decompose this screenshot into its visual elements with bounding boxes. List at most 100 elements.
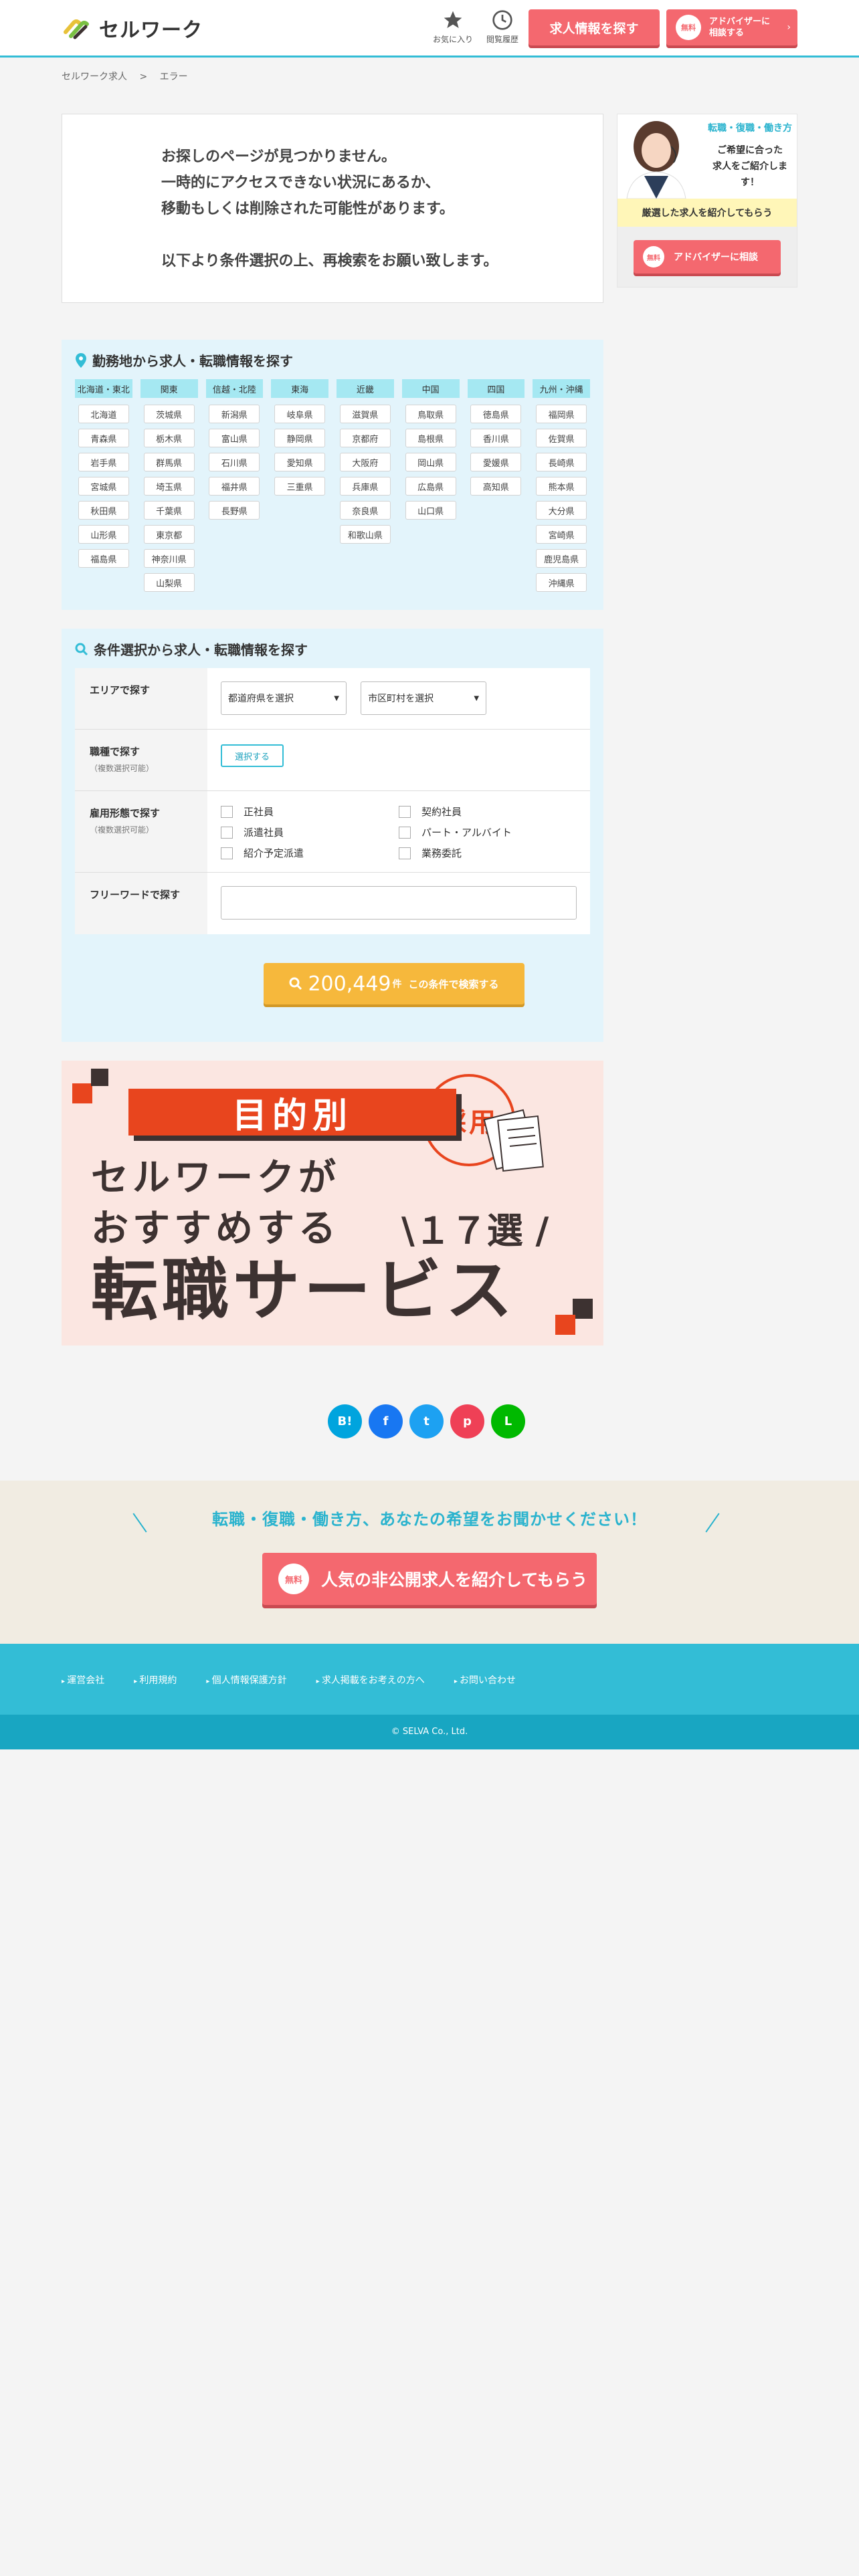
checkbox-box[interactable] xyxy=(399,805,411,818)
prefecture-button[interactable]: 岐阜県 xyxy=(274,405,326,423)
prefecture-button[interactable]: 栃木県 xyxy=(143,429,195,447)
prefecture-button[interactable]: 埼玉県 xyxy=(143,477,195,496)
hidden-jobs-button[interactable]: 無料 人気の非公開求人を紹介してもらう xyxy=(262,1553,597,1605)
region-heading: 近畿 xyxy=(337,379,394,398)
prefecture-button[interactable]: 兵庫県 xyxy=(339,477,391,496)
prefecture-button[interactable]: 京都府 xyxy=(339,429,391,447)
employment-checkbox[interactable]: 紹介予定派遣 xyxy=(221,846,399,860)
region-columns: 北海道・東北 北海道 青森県 岩手県 宮城県 秋田県 山形県 福島県 関東 茨城県 栃木県 群馬県 埼玉… xyxy=(75,379,590,597)
caret-down-icon: ▼ xyxy=(334,694,339,702)
prefecture-button[interactable]: 佐賀県 xyxy=(536,429,587,447)
prefecture-button[interactable]: 群馬県 xyxy=(143,453,195,471)
prefecture-button[interactable]: 三重県 xyxy=(274,477,326,496)
employment-row: 雇用形態で探す （複数選択可能） 正社員 契約社員 派遣社員 パート・アルバイト 紹介予定… xyxy=(75,791,590,873)
prefecture-button[interactable]: 島根県 xyxy=(405,429,456,447)
prefecture-button[interactable]: 高知県 xyxy=(470,477,522,496)
history-link[interactable]: 閲覧履歴 xyxy=(479,9,526,45)
job-label-sub: （複数選択可能） xyxy=(90,764,155,773)
prefecture-button[interactable]: 新潟県 xyxy=(209,405,260,423)
prefecture-button[interactable]: 長崎県 xyxy=(536,453,587,471)
employment-checkbox[interactable]: 業務委託 xyxy=(399,846,533,860)
prefecture-button[interactable]: 山梨県 xyxy=(143,573,195,592)
prefecture-button[interactable]: 熊本県 xyxy=(536,477,587,496)
logo[interactable]: セルワーク xyxy=(62,13,203,43)
prefecture-button[interactable]: 広島県 xyxy=(405,477,456,496)
condition-search-button[interactable]: 200,449 件 この条件で検索する xyxy=(264,963,524,1004)
pocket-share-icon[interactable]: p xyxy=(450,1404,484,1438)
prefecture-button[interactable]: 宮崎県 xyxy=(536,525,587,544)
employment-checkbox[interactable]: パート・アルバイト xyxy=(399,825,533,839)
employment-label-sub: （複数選択可能） xyxy=(90,825,155,835)
advisor-sidebar-banner[interactable]: 転職・復職・働き方 ご希望に合った 求人をご紹介します！ 厳選した求人を紹介して… xyxy=(617,114,797,288)
favorites-link[interactable]: お気に入り xyxy=(430,9,476,45)
employment-checkbox[interactable]: 派遣社員 xyxy=(221,825,399,839)
prefecture-button[interactable]: 滋賀県 xyxy=(339,405,391,423)
prefecture-button[interactable]: 香川県 xyxy=(470,429,522,447)
footer-link[interactable]: 求人掲載をお考えの方へ xyxy=(316,1673,425,1687)
prefecture-button[interactable]: 千葉県 xyxy=(143,501,195,520)
facebook-share-icon[interactable]: f xyxy=(369,1404,403,1438)
prefecture-button[interactable]: 岡山県 xyxy=(405,453,456,471)
prefecture-button[interactable]: 愛知県 xyxy=(274,453,326,471)
prefecture-button[interactable]: 奈良県 xyxy=(339,501,391,520)
city-select-value: 市区町村を選択 xyxy=(368,693,434,704)
prefecture-button[interactable]: 愛媛県 xyxy=(470,453,522,471)
prefecture-select[interactable]: 都道府県を選択 ▼ xyxy=(221,681,347,715)
prefecture-button[interactable]: 秋田県 xyxy=(78,501,129,520)
region-column: 関東 茨城県 栃木県 群馬県 埼玉県 千葉県 東京都 神奈川県 山梨県 xyxy=(140,379,198,597)
prefecture-button[interactable]: 鳥取県 xyxy=(405,405,456,423)
city-select[interactable]: 市区町村を選択 ▼ xyxy=(361,681,487,715)
footer-link[interactable]: 個人情報保護方針 xyxy=(206,1673,287,1687)
prefecture-button[interactable]: 青森県 xyxy=(78,429,129,447)
checkbox-label: 紹介予定派遣 xyxy=(244,847,304,859)
employment-checkbox[interactable]: 契約社員 xyxy=(399,804,533,819)
checkbox-box[interactable] xyxy=(221,805,233,818)
checkbox-box[interactable] xyxy=(221,847,233,859)
prefecture-button[interactable]: 岩手県 xyxy=(78,453,129,471)
search-jobs-button[interactable]: 求人情報を探す xyxy=(529,9,660,45)
prefecture-button[interactable]: 茨城県 xyxy=(143,405,195,423)
prefecture-button[interactable]: 福島県 xyxy=(78,549,129,568)
prefecture-button[interactable]: 大分県 xyxy=(536,501,587,520)
prefecture-button[interactable]: 鹿児島県 xyxy=(536,549,587,568)
prefecture-button[interactable]: 福井県 xyxy=(209,477,260,496)
prefecture-button[interactable]: 北海道 xyxy=(78,405,129,423)
sidebar-highlight: 厳選した求人を紹介してもらう xyxy=(617,199,797,227)
advisor-line2: 相談する xyxy=(709,28,745,38)
prefecture-button[interactable]: 富山県 xyxy=(209,429,260,447)
footer-link[interactable]: お問い合わせ xyxy=(454,1673,516,1687)
footer-link[interactable]: 運営会社 xyxy=(62,1673,104,1687)
prefecture-button[interactable]: 徳島県 xyxy=(470,405,522,423)
checkbox-box[interactable] xyxy=(221,826,233,839)
prefecture-button[interactable]: 沖縄県 xyxy=(536,573,587,592)
prefecture-button[interactable]: 山形県 xyxy=(78,525,129,544)
prefecture-button[interactable]: 福岡県 xyxy=(536,405,587,423)
prefecture-button[interactable]: 静岡県 xyxy=(274,429,326,447)
hatena-share-icon[interactable]: B! xyxy=(328,1404,362,1438)
prefecture-button[interactable]: 宮城県 xyxy=(78,477,129,496)
checkbox-box[interactable] xyxy=(399,847,411,859)
prefecture-select-value: 都道府県を選択 xyxy=(228,693,294,704)
checkbox-box[interactable] xyxy=(399,826,411,839)
prefecture-button[interactable]: 山口県 xyxy=(405,501,456,520)
prefecture-button[interactable]: 長野県 xyxy=(209,501,260,520)
breadcrumb-home[interactable]: セルワーク求人 xyxy=(62,72,127,82)
footer-link[interactable]: 利用規約 xyxy=(134,1673,177,1687)
advisor-header-button[interactable]: 無料 アドバイザーに 相談する › xyxy=(666,9,797,45)
freeword-input[interactable] xyxy=(221,886,577,920)
sidebar-advisor-button[interactable]: 無料 アドバイザーに相談 xyxy=(634,240,781,274)
choose-job-button[interactable]: 選択する xyxy=(221,744,284,767)
prefecture-button[interactable]: 神奈川県 xyxy=(143,549,195,568)
twitter-share-icon[interactable]: t xyxy=(409,1404,444,1438)
prefecture-button[interactable]: 石川県 xyxy=(209,453,260,471)
logo-mark-icon xyxy=(64,19,89,39)
error-line-1: お探しのページが見つかりません。 xyxy=(161,148,396,165)
social-share-buttons: B! f t p L xyxy=(328,1404,525,1438)
line-share-icon[interactable]: L xyxy=(491,1404,525,1438)
employment-checkbox[interactable]: 正社員 xyxy=(221,804,399,819)
prefecture-button[interactable]: 大阪府 xyxy=(339,453,391,471)
prefecture-button[interactable]: 東京都 xyxy=(143,525,195,544)
copyright: © SELVA Co., Ltd. xyxy=(0,1715,859,1749)
career-service-banner[interactable]: 採用 目的別 セルワークが おすすめする \１７選 / 転職サービス xyxy=(62,1061,603,1346)
prefecture-button[interactable]: 和歌山県 xyxy=(339,525,391,544)
